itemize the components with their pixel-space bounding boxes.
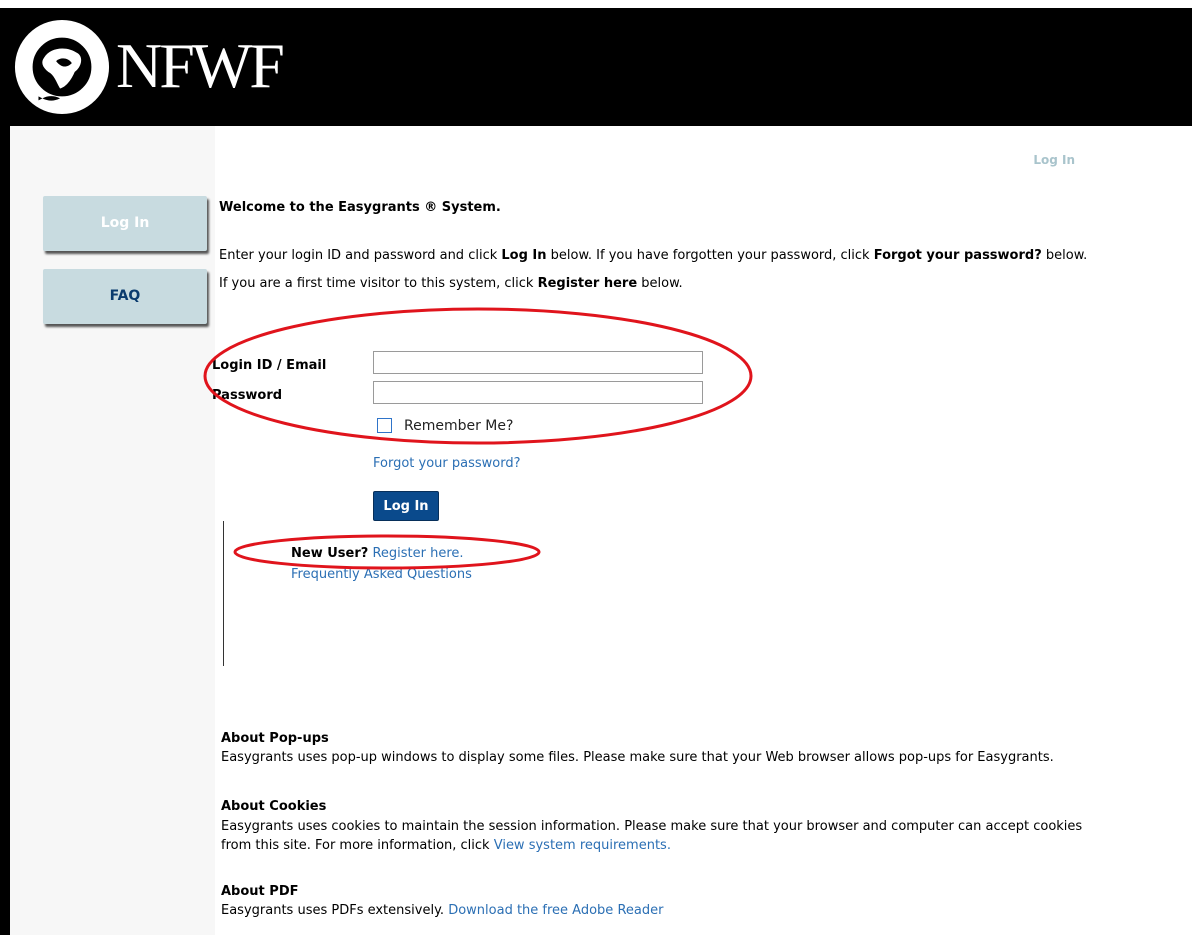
password-label: Password: [212, 388, 283, 403]
new-user-row: New User? Register here.: [291, 546, 464, 561]
new-user-label: New User?: [291, 546, 369, 561]
instructions-text: Enter your login ID and password and cli…: [219, 248, 502, 263]
nfwf-seal-logo: [14, 19, 110, 115]
remember-me-checkbox[interactable]: [377, 418, 392, 433]
nfwf-logo-text: NFWF: [116, 30, 285, 101]
login-id-input[interactable]: [373, 351, 703, 374]
instructions-line-2: If you are a first time visitor to this …: [219, 276, 683, 291]
instructions-register-emphasis: Register here: [537, 276, 638, 291]
page-body: Log In FAQ Log In Welcome to the Easygra…: [10, 126, 1192, 935]
about-popups-title: About Pop-ups: [221, 731, 329, 746]
welcome-heading: Welcome to the Easygrants ® System.: [219, 200, 501, 215]
faq-link[interactable]: Frequently Asked Questions: [291, 567, 472, 582]
remember-me-label[interactable]: Remember Me?: [404, 418, 513, 434]
adobe-reader-link[interactable]: Download the free Adobe Reader: [448, 903, 663, 918]
instructions-forgot-emphasis: Forgot your password?: [873, 248, 1042, 263]
vertical-divider: [223, 521, 224, 666]
instructions-login-emphasis: Log In: [501, 248, 547, 263]
instructions-text: below.: [1041, 248, 1088, 263]
system-requirements-link[interactable]: View system requirements.: [494, 838, 671, 853]
about-cookies-text: Easygrants uses cookies to maintain the …: [221, 819, 1083, 834]
main-content: Log In Welcome to the Easygrants ® Syste…: [212, 126, 1192, 935]
site-header: NFWF: [0, 8, 1192, 126]
forgot-password-link[interactable]: Forgot your password?: [373, 456, 521, 471]
sidebar: Log In FAQ: [10, 126, 215, 935]
instructions-line-1: Enter your login ID and password and cli…: [219, 248, 1087, 263]
sidebar-item-login[interactable]: Log In: [43, 196, 207, 251]
instructions-text: If you are a first time visitor to this …: [219, 276, 538, 291]
instructions-text: below.: [637, 276, 683, 291]
register-link[interactable]: Register here.: [372, 546, 463, 561]
about-pdf-title: About PDF: [221, 884, 299, 899]
about-cookies-text-2: from this site. For more information, cl…: [221, 838, 671, 853]
about-cookies-text-part: from this site. For more information, cl…: [221, 838, 494, 853]
page-title: Log In: [1033, 153, 1075, 167]
password-input[interactable]: [373, 381, 703, 404]
about-cookies-title: About Cookies: [221, 799, 327, 814]
about-popups-text: Easygrants uses pop-up windows to displa…: [221, 750, 1054, 765]
about-pdf-text: Easygrants uses PDFs extensively. Downlo…: [221, 903, 663, 918]
login-button[interactable]: Log In: [373, 491, 439, 521]
login-id-label: Login ID / Email: [212, 358, 327, 373]
sidebar-item-faq[interactable]: FAQ: [43, 269, 207, 324]
instructions-text: below. If you have forgotten your passwo…: [546, 248, 874, 263]
about-pdf-text-part: Easygrants uses PDFs extensively.: [221, 903, 449, 918]
